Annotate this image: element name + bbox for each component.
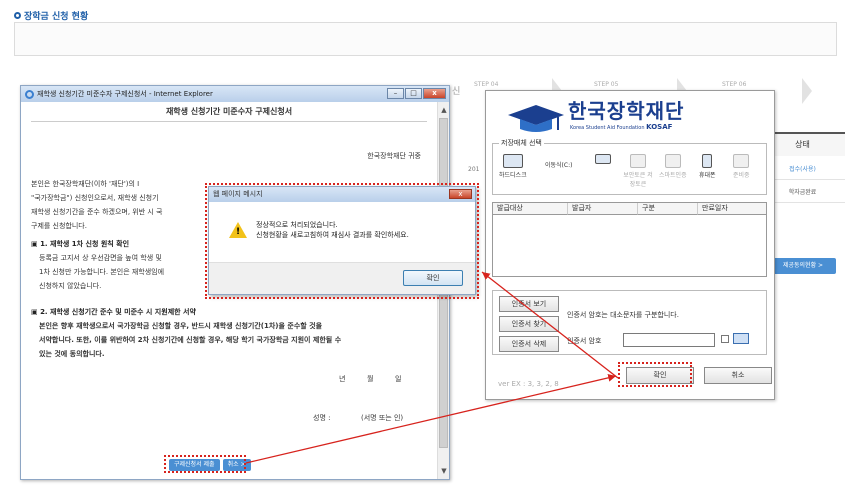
document-title: 재학생 신청기간 미준수자 구제신청서 <box>31 102 427 122</box>
column-header-type: 구분 <box>638 203 698 215</box>
close-button[interactable]: x <box>423 88 446 99</box>
version-label: ver EX : 3, 3, 2, 8 <box>498 380 559 388</box>
circle-bullet-icon <box>14 12 21 19</box>
column-header-issued-to: 발급대상 <box>493 203 568 215</box>
cert-ok-highlight <box>618 362 692 387</box>
page-title-text: 장학금 신청 현황 <box>24 12 89 22</box>
device-hard-disk[interactable]: 하드디스크 <box>499 154 527 179</box>
mobile-phone-icon <box>702 154 713 168</box>
minimize-button[interactable]: – <box>387 88 404 99</box>
view-certificate-button[interactable]: 인증서 보기 <box>499 296 559 312</box>
signature-label: 성명 : <box>313 414 331 422</box>
device-usb[interactable] <box>595 154 611 166</box>
preparing-icon <box>733 154 750 168</box>
section-1-title: ▣ 1. 재학생 1차 신청 원칙 확인 <box>31 240 130 248</box>
maximize-button[interactable]: □ <box>405 88 422 99</box>
logo-brand: KOSAF <box>646 123 673 131</box>
internet-explorer-icon <box>25 89 34 99</box>
find-certificate-button[interactable]: 인증서 찾기 <box>499 316 559 332</box>
certificate-dialog: 한국장학재단 Korea Student Aid Foundation KOSA… <box>485 90 775 400</box>
section-2-title: ▣ 2. 재학생 신청기간 준수 및 미준수 시 지원제한 서약 <box>31 308 196 316</box>
token-icon <box>630 154 646 168</box>
kosaf-logo: 한국장학재단 Korea Student Aid Foundation KOSA… <box>506 95 761 137</box>
message-highlight <box>205 183 479 299</box>
certificate-actions-panel: 인증서 보기 인증서 찾기 인증서 삭제 인증서 암호는 대소문자를 구분합니다… <box>492 290 767 355</box>
smart-cert-icon <box>664 154 681 168</box>
password-label: 인증서 암호 <box>567 337 602 345</box>
column-header-expiry: 만료일자 <box>698 203 766 215</box>
virtual-keyboard-checkbox[interactable] <box>721 335 729 343</box>
device-smart-cert: 스마트인증 <box>659 154 687 179</box>
recipient: 한국장학재단 귀중 <box>367 152 421 160</box>
date-year: 년 <box>339 375 346 383</box>
cert-cancel-button[interactable]: 취소 <box>704 367 772 384</box>
table-cell-year: 201 <box>468 166 480 173</box>
device-preparing: 준비중 <box>733 154 750 179</box>
date-month: 월 <box>367 375 374 383</box>
page-title: 장학금 신청 현황 <box>14 9 88 22</box>
section-2-text: 본인은 향후 재학생으로서 국가장학금 신청할 경우, 반드시 재학생 신청기간… <box>39 319 434 361</box>
monitor-icon <box>502 154 523 168</box>
certificate-list[interactable]: 발급대상 발급자 구분 만료일자 <box>492 202 767 277</box>
section-bullet-icon: ▣ <box>31 240 41 248</box>
device-security-token: 보안토큰 저장토큰 <box>623 154 653 188</box>
device-removable[interactable]: 이동식(C:) <box>545 160 572 169</box>
date-day: 일 <box>395 375 402 383</box>
section-2-line: 본인은 향후 재학생으로서 국가장학금 신청할 경우, 반드시 재학생 신청기간… <box>39 322 323 330</box>
status-box <box>14 22 837 56</box>
section-bullet-icon: ▣ <box>31 308 41 316</box>
case-sensitive-note: 인증서 암호는 대소문자를 구분합니다. <box>567 311 679 319</box>
logo-title: 한국장학재단 <box>568 99 685 123</box>
section-2-line: 서약합니다. 또한, 이를 위반하여 2차 신청기간에 신청할 경우, 해당 학… <box>39 336 342 344</box>
ie-window-title: 재학생 신청기간 미준수자 구제신청서 - Internet Explorer <box>37 90 213 98</box>
logo-subtitle: Korea Student Aid Foundation KOSAF <box>570 123 673 131</box>
storage-legend: 저장매체 선택 <box>499 138 544 148</box>
device-mobile[interactable]: 휴대폰 <box>699 154 716 179</box>
delete-certificate-button[interactable]: 인증서 삭제 <box>499 336 559 352</box>
usb-drive-icon <box>595 154 611 164</box>
consent-status-button[interactable]: 제공동의현황 > <box>770 258 836 274</box>
column-header-issuer: 발급자 <box>568 203 638 215</box>
graduation-cap-icon <box>508 105 564 132</box>
submit-highlight <box>164 455 246 473</box>
section-2-line: 있는 것에 동의합니다. <box>39 350 105 358</box>
window-controls: – □ x <box>387 88 446 99</box>
chevron-right-icon <box>802 78 812 104</box>
storage-media-group: 저장매체 선택 하드디스크 이동식(C:) 보안토큰 저장토큰 스마트인증 휴대… <box>492 138 767 195</box>
scroll-up-icon[interactable]: ▲ <box>438 104 450 116</box>
password-input[interactable] <box>623 333 715 347</box>
ie-titlebar: 재학생 신청기간 미준수자 구제신청서 - Internet Explorer … <box>21 86 449 102</box>
scroll-down-icon[interactable]: ▼ <box>438 465 450 477</box>
keyboard-icon[interactable] <box>733 333 749 344</box>
signature-hint: (서명 또는 인) <box>361 414 404 422</box>
